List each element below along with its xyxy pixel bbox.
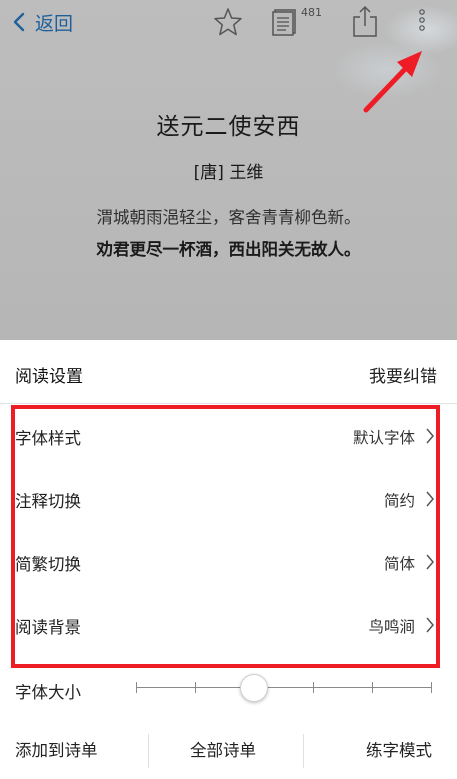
report-error-button[interactable]: 我要纠错 <box>369 362 437 387</box>
chevron-right-icon <box>426 428 434 444</box>
poem-author: [唐] 王维 <box>193 163 264 183</box>
poem-title: 送元二使安西 <box>156 114 301 140</box>
bottom-action-bar: 添加到诗单 全部诗单 练字模式 <box>0 722 457 779</box>
row-label: 阅读背景 <box>15 618 81 637</box>
slider-tick <box>431 682 432 693</box>
poem-line-1: 渭城朝雨浥轻尘，客舍青青柳色新。 <box>96 208 361 227</box>
slider-thumb[interactable] <box>240 674 268 702</box>
add-to-poem-list-button[interactable]: 添加到诗单 <box>15 734 98 764</box>
slider-tick <box>313 682 314 693</box>
row-value: 鸟鸣涧 <box>368 618 415 636</box>
more-icon[interactable] <box>416 8 428 34</box>
screen: 返回 481 送元二使安西 [唐] 王维 渭城朝雨浥轻尘，客舍青青柳色新。 劝君… <box>0 0 457 779</box>
row-reading-background[interactable]: 阅读背景 鸟鸣涧 <box>0 594 457 657</box>
back-label: 返回 <box>35 12 74 35</box>
row-label: 注释切换 <box>15 492 81 511</box>
poem-reader-overlay[interactable]: 返回 481 送元二使安西 [唐] 王维 渭城朝雨浥轻尘，客舍青青柳色新。 劝君… <box>0 0 457 340</box>
font-size-slider[interactable] <box>136 668 432 708</box>
row-value: 默认字体 <box>352 429 415 447</box>
chevron-right-icon <box>426 491 434 507</box>
chevron-right-icon <box>426 617 434 633</box>
row-annotation-mode[interactable]: 注释切换 简约 <box>0 468 457 531</box>
share-icon[interactable] <box>352 4 378 38</box>
row-script-mode[interactable]: 简繁切换 简体 <box>0 531 457 594</box>
calligraphy-mode-button[interactable]: 练字模式 <box>366 734 432 764</box>
divider <box>303 734 304 768</box>
all-poem-lists-button[interactable]: 全部诗单 <box>190 734 256 764</box>
top-nav-bar: 返回 481 <box>0 0 457 46</box>
row-label: 简繁切换 <box>15 555 81 574</box>
slider-track <box>136 687 431 688</box>
row-label: 字体样式 <box>15 429 81 448</box>
chevron-right-icon <box>426 554 434 570</box>
list-icon[interactable] <box>272 8 300 36</box>
divider <box>148 734 149 768</box>
slider-tick <box>195 682 196 693</box>
poem-line-2: 劝君更尽一杯酒，西出阳关无故人。 <box>96 240 361 259</box>
chevron-left-icon <box>13 12 25 32</box>
font-size-label: 字体大小 <box>15 683 81 702</box>
list-count-badge: 481 <box>301 6 322 19</box>
slider-tick <box>372 682 373 693</box>
star-icon[interactable] <box>213 7 243 37</box>
back-button[interactable]: 返回 <box>12 8 73 36</box>
sheet-header: 阅读设置 我要纠错 <box>0 340 457 404</box>
slider-tick <box>136 682 137 693</box>
row-font-style[interactable]: 字体样式 默认字体 <box>0 405 457 468</box>
reading-settings-sheet: 阅读设置 我要纠错 字体样式 默认字体 注释切换 简约 简繁切换 简体 阅读背景… <box>0 340 457 779</box>
font-size-row: 字体大小 <box>0 668 457 708</box>
sheet-title: 阅读设置 <box>15 367 83 387</box>
annotation-arrow <box>363 51 422 113</box>
row-value: 简约 <box>383 492 415 510</box>
row-value: 简体 <box>383 555 415 573</box>
